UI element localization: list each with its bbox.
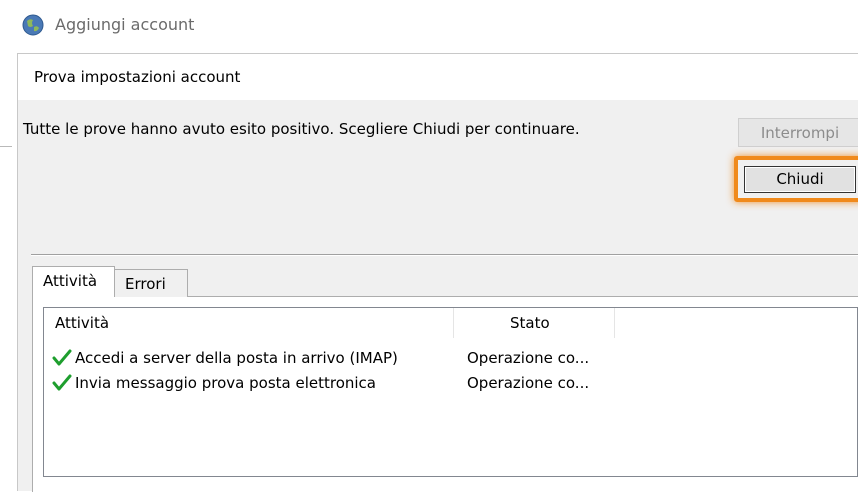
tab-panel-activity: Attività Stato Accedi a server della pos… <box>32 296 858 492</box>
list-item[interactable]: Accedi a server della posta in arrivo (I… <box>44 347 857 369</box>
row-status: Operazione co... <box>467 374 590 392</box>
dialog-header: Prova impostazioni account <box>18 54 858 100</box>
column-header-activity[interactable]: Attività <box>55 308 109 338</box>
column-header-status[interactable]: Stato <box>510 308 550 338</box>
outer-window-titlebar: Aggiungi account <box>0 0 858 50</box>
background-divider <box>0 146 12 147</box>
list-item[interactable]: Invia messaggio prova posta elettronica … <box>44 372 857 394</box>
test-account-settings-dialog: Prova impostazioni account Tutte le prov… <box>17 53 858 492</box>
row-status: Operazione co... <box>467 349 590 367</box>
dialog-separator <box>31 254 858 255</box>
result-message: Tutte le prove hanno avuto esito positiv… <box>23 120 580 138</box>
dialog-title: Prova impostazioni account <box>34 68 241 86</box>
row-activity: Accedi a server della posta in arrivo (I… <box>75 349 398 367</box>
column-divider[interactable] <box>453 308 454 338</box>
checkmark-icon <box>52 349 72 366</box>
tab-errors[interactable]: Errori <box>114 269 188 297</box>
stop-button[interactable]: Interrompi <box>738 118 858 147</box>
activity-list[interactable]: Attività Stato Accedi a server della pos… <box>43 307 858 477</box>
window-title: Aggiungi account <box>55 15 195 34</box>
column-divider[interactable] <box>614 308 615 338</box>
tab-activity[interactable]: Attività <box>32 266 115 297</box>
list-header: Attività Stato <box>44 308 857 338</box>
row-activity: Invia messaggio prova posta elettronica <box>75 374 376 392</box>
close-button[interactable]: Chiudi <box>744 166 856 193</box>
outlook-globe-icon <box>22 14 44 36</box>
checkmark-icon <box>52 374 72 391</box>
